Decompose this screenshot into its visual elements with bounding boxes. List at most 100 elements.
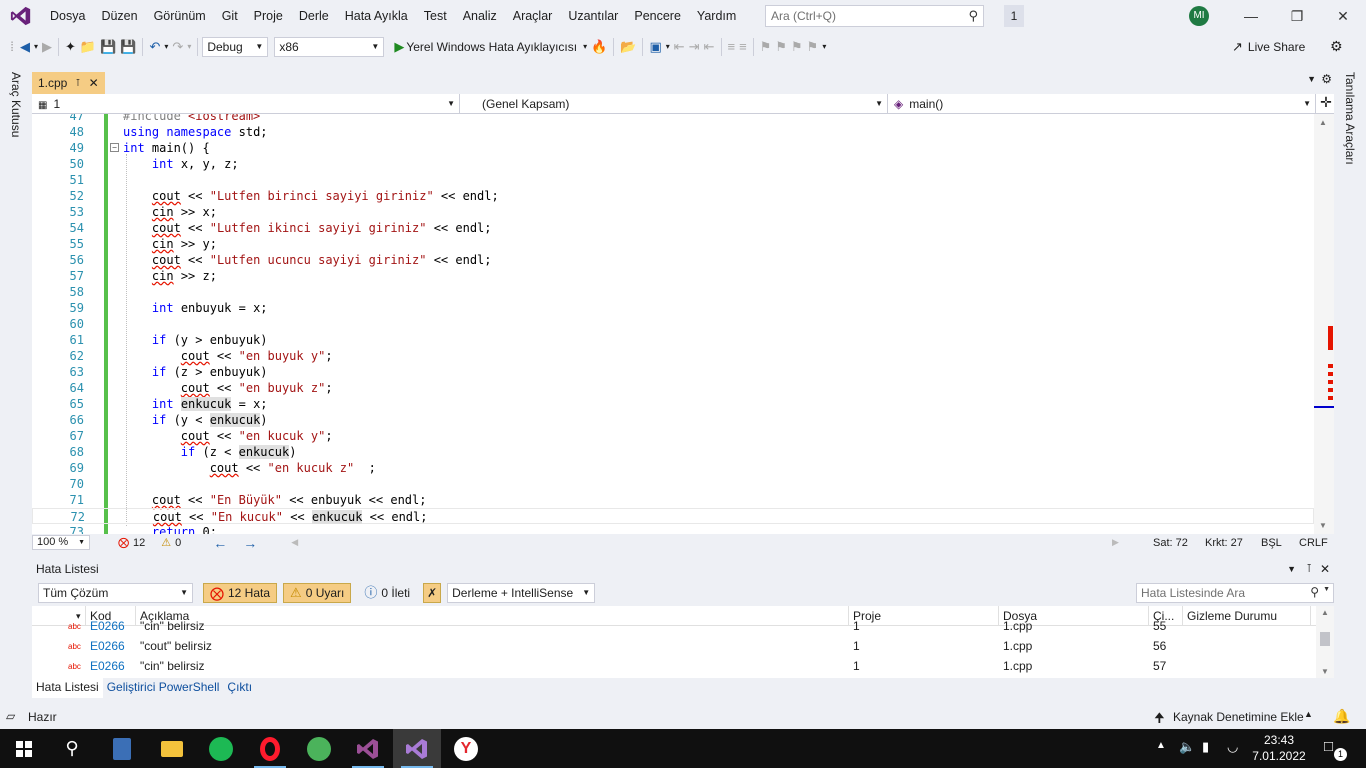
build-intellisense-toggle[interactable]: ✗ [423, 583, 442, 603]
hscroll-right-icon[interactable]: ▶ [1112, 537, 1119, 548]
back-dropdown-icon[interactable]: ▾ [34, 36, 38, 58]
outdent-icon[interactable]: ⇤ [704, 36, 715, 58]
notifications-badge[interactable]: 1 [1004, 5, 1024, 27]
redo-icon[interactable]: ↷ [172, 36, 183, 58]
menu-item-0[interactable]: Dosya [42, 0, 93, 32]
code-line[interactable]: 50 int x, y, z; [32, 156, 1314, 172]
error-code-link[interactable]: E0266 [86, 656, 125, 676]
comment-icon[interactable]: ≡ [728, 36, 736, 58]
align-left-icon[interactable]: ⇤ [674, 36, 685, 58]
clear-bookmarks-icon[interactable]: ⚑ [807, 36, 819, 58]
capture-dropdown-icon[interactable]: ▾ [666, 36, 670, 58]
undo-icon[interactable]: ↶ [149, 36, 160, 58]
error-list-search-input[interactable]: Hata Listesinde Ara ⚲ ▼ [1136, 583, 1334, 603]
error-list-scrollbar[interactable]: ▲ ▼ [1316, 606, 1334, 678]
close-tab-icon[interactable]: ✕ [89, 76, 99, 90]
restore-button[interactable]: ❐ [1274, 0, 1320, 32]
error-count[interactable]: 12 [133, 537, 145, 549]
calculator-icon[interactable] [98, 729, 146, 768]
scroll-down-icon[interactable]: ▼ [1319, 521, 1327, 530]
menu-item-5[interactable]: Derle [291, 0, 337, 32]
project-select[interactable]: ▦ 1 ▼ [32, 94, 460, 114]
close-window-button[interactable]: ✕ [1320, 0, 1366, 32]
code-line[interactable]: 71 cout << "En Büyük" << enbuyuk << endl… [32, 492, 1314, 508]
menu-item-3[interactable]: Git [214, 0, 246, 32]
toolbox-tab[interactable]: Araç Kutusu [9, 72, 23, 137]
warning-count[interactable]: 0 [175, 537, 181, 549]
tab-1-cpp[interactable]: 1.cpp ⊺ ✕ [32, 72, 105, 94]
code-line[interactable]: 73 return 0; [32, 524, 1314, 534]
source-control-button[interactable]: Kaynak Denetimine Ekle [1173, 710, 1304, 724]
visual-studio-logo-icon[interactable] [0, 0, 42, 32]
save-icon[interactable]: 💾 [100, 36, 116, 58]
tab-error-list[interactable]: Hata Listesi [32, 678, 103, 698]
minimize-button[interactable]: — [1228, 0, 1274, 32]
code-line[interactable]: 69 cout << "en kucuk z" ; [32, 460, 1314, 476]
tray-chevron-up-icon[interactable]: ▲ [1156, 740, 1166, 751]
volume-icon[interactable]: 🔈 [1179, 739, 1195, 755]
menu-item-10[interactable]: Uzantılar [560, 0, 626, 32]
error-code-link[interactable]: E0266 [86, 636, 125, 656]
fold-toggle-icon[interactable]: − [110, 143, 119, 152]
new-project-icon[interactable]: ✦ [65, 36, 76, 58]
tab-output[interactable]: Çıktı [223, 678, 256, 698]
panel-dropdown-icon[interactable]: ▼ [1287, 559, 1296, 580]
menu-item-6[interactable]: Hata Ayıkla [337, 0, 416, 32]
code-line[interactable]: 72 cout << "En kucuk" << enkucuk << endl… [32, 508, 1314, 524]
back-icon[interactable]: ◀ [20, 36, 30, 58]
scroll-up-icon[interactable]: ▲ [1321, 608, 1329, 617]
live-share-button[interactable]: ↗ Live Share [1232, 39, 1305, 55]
windows-start-icon[interactable] [0, 729, 48, 768]
telegram-icon[interactable] [295, 729, 343, 768]
panel-close-icon[interactable]: ✕ [1320, 559, 1330, 580]
code-line[interactable]: 61 if (y > enbuyuk) [32, 332, 1314, 348]
table-row[interactable]: abc E0266 "cout" belirsiz 1 1.cpp 56 [32, 636, 1316, 656]
tab-list-dropdown-icon[interactable]: ▼ [1307, 74, 1316, 84]
code-editor[interactable]: 47 #include <iostream> 48 using namespace s… [32, 114, 1334, 534]
code-line[interactable]: 64 cout << "en buyuk z"; [32, 380, 1314, 396]
browse-folder-icon[interactable]: 📂 [620, 36, 636, 58]
code-line[interactable]: 49 − int main() { [32, 140, 1314, 156]
zoom-select[interactable]: 100 % ▼ [32, 535, 90, 550]
menu-item-7[interactable]: Test [416, 0, 455, 32]
menu-item-11[interactable]: Pencere [626, 0, 689, 32]
redo-dropdown-icon[interactable]: ▾ [187, 36, 191, 58]
start-debug-button[interactable]: Yerel Windows Hata Ayıklayıcısı [406, 40, 577, 54]
bookmark-icon[interactable]: ⚑ [760, 36, 772, 58]
split-window-icon[interactable]: ✛ [1318, 94, 1334, 114]
code-line[interactable]: 67 cout << "en kucuk y"; [32, 428, 1314, 444]
code-line[interactable]: 57 cin >> z; [32, 268, 1314, 284]
code-line[interactable]: 59 int enbuyuk = x; [32, 300, 1314, 316]
opera-icon[interactable] [246, 729, 294, 768]
scope-filter-select[interactable]: Tüm Çözüm ▼ [38, 583, 193, 603]
visual-studio-installer-icon[interactable] [344, 729, 392, 768]
next-bookmark-icon[interactable]: ⚑ [791, 36, 803, 58]
undo-dropdown-icon[interactable]: ▾ [164, 36, 168, 58]
column-indicator[interactable]: Krkt: 27 [1205, 537, 1243, 549]
clock[interactable]: 23:43 7.01.2022 [1250, 732, 1308, 764]
spotify-icon[interactable] [197, 729, 245, 768]
forward-icon[interactable]: ▶ [42, 36, 52, 58]
indent-icon[interactable]: ⇥ [689, 36, 700, 58]
prev-bookmark-icon[interactable]: ⚑ [775, 36, 787, 58]
error-count-icon[interactable]: ⨂ [118, 536, 129, 549]
open-file-icon[interactable]: 📁 [80, 36, 96, 58]
code-line[interactable]: 47 #include <iostream> [32, 114, 1314, 124]
menu-item-2[interactable]: Görünüm [146, 0, 214, 32]
screen-capture-icon[interactable]: ▣ [649, 36, 661, 58]
feedback-icon[interactable]: ⚙ [1330, 38, 1343, 55]
debug-target-dropdown-icon[interactable]: ▾ [583, 36, 587, 58]
code-line[interactable]: 65 int enkucuk = x; [32, 396, 1314, 412]
chevron-up-icon[interactable]: ▲ [1304, 709, 1313, 719]
menu-item-1[interactable]: Düzen [93, 0, 145, 32]
wifi-icon[interactable]: ◡ [1227, 739, 1238, 755]
errors-filter-button[interactable]: ⨂ 12 Hata [203, 583, 278, 603]
bell-icon[interactable]: 🔔 [1333, 708, 1350, 725]
diagnostic-tools-tab[interactable]: Tanılama Araçları [1343, 72, 1357, 165]
code-line[interactable]: 54 cout << "Lutfen ikinci sayiyi giriniz… [32, 220, 1314, 236]
battery-icon[interactable]: ▮ [1202, 739, 1209, 755]
code-line[interactable]: 62 cout << "en buyuk y"; [32, 348, 1314, 364]
table-row[interactable]: abc E0266 "cin" belirsiz 1 1.cpp 57 [32, 656, 1316, 676]
uncomment-icon[interactable]: ≡ [739, 36, 747, 58]
save-all-icon[interactable]: 💾 [120, 36, 136, 58]
